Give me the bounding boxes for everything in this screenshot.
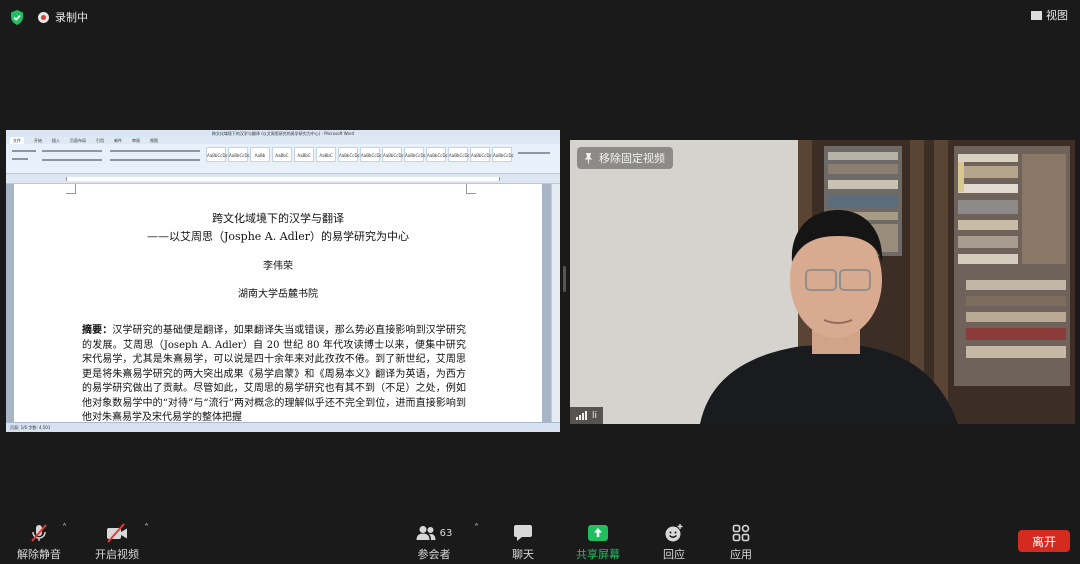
video-off-icon [107, 523, 127, 543]
participant-name-tag: li [570, 407, 604, 424]
participants-count: 63 [439, 527, 453, 539]
style-swatch[interactable]: AaBbCcDc [360, 147, 382, 162]
ribbon-tab[interactable]: 视图 [150, 137, 158, 144]
ribbon-tab[interactable]: 邮件 [114, 137, 122, 144]
share-screen-label: 共享屏幕 [576, 548, 620, 561]
style-swatch[interactable]: AaBbC [272, 147, 292, 162]
shared-screen[interactable]: 跨文化域境下的汉学与翻译 (以艾周思研究的易学研究为中心) - Microsof… [6, 130, 560, 432]
abstract-label: 摘要： [82, 325, 113, 336]
clipboard-group[interactable] [12, 150, 36, 152]
paste-icon[interactable] [12, 158, 28, 160]
style-swatch[interactable]: AaBbCcDc [404, 147, 426, 162]
split-view-handle[interactable] [563, 266, 566, 292]
document-page[interactable]: 跨文化域境下的汉学与翻译 ——以艾周思（Josphe A. Adler）的易学研… [14, 184, 542, 424]
participant-video-frame [570, 140, 1075, 424]
audio-options-chevron-icon[interactable]: ˄ [62, 523, 67, 534]
share-screen-icon [588, 525, 608, 541]
style-swatch[interactable]: AaBbCcDc [382, 147, 404, 162]
ribbon-tab[interactable]: 引用 [96, 137, 104, 144]
document-title: 跨文化域境下的汉学与翻译 [212, 212, 344, 225]
ribbon-tab[interactable]: 页面布局 [70, 137, 86, 144]
recording-indicator[interactable]: 录制中 [38, 10, 88, 24]
ribbon-tab[interactable]: 开始 [34, 137, 42, 144]
start-video-button[interactable]: 开启视频 [92, 514, 142, 564]
margin-mark-right [466, 184, 476, 194]
start-video-label: 开启视频 [95, 548, 139, 561]
style-swatch[interactable]: AaBbCcDc [426, 147, 448, 162]
document-area: 跨文化域境下的汉学与翻译 ——以艾周思（Josphe A. Adler）的易学研… [6, 184, 560, 424]
view-label: 视图 [1046, 9, 1068, 22]
ribbon-tab[interactable]: 文件 [10, 137, 24, 144]
muted-microphone-icon [31, 524, 47, 542]
document-affiliation: 湖南大学岳麓书院 [238, 289, 318, 300]
apps-icon [732, 524, 750, 542]
leave-meeting-button[interactable]: 离开 [1018, 530, 1070, 552]
word-ribbon-tabs: 文件 开始 插入 页面布局 引用 邮件 审阅 视图 [6, 137, 560, 144]
participants-icon [416, 526, 436, 540]
recording-label: 录制中 [55, 11, 88, 24]
ribbon-tab[interactable]: 审阅 [132, 137, 140, 144]
reactions-smiley-icon [665, 524, 683, 542]
chat-bubble-icon [514, 525, 532, 541]
document-subtitle: ——以艾周思（Josphe A. Adler）的易学研究为中心 [146, 230, 410, 243]
security-shield-icon[interactable] [10, 10, 24, 25]
chat-button[interactable]: 聊天 [505, 514, 541, 564]
editing-group[interactable] [518, 152, 550, 154]
document-author: 李伟荣 [263, 261, 293, 272]
unmute-label: 解除静音 [17, 548, 61, 561]
participants-button[interactable]: 63 参会者 [412, 514, 456, 564]
paragraph-format-row[interactable] [110, 159, 200, 161]
ribbon-tab[interactable]: 插入 [52, 137, 60, 144]
record-icon [38, 11, 49, 23]
view-button[interactable]: 视图 [1031, 7, 1068, 23]
style-swatch[interactable]: AaBbCcDc [206, 147, 228, 162]
style-swatch[interactable]: AaBbC [316, 147, 336, 162]
participant-video[interactable]: 移除固定视频 li [570, 140, 1075, 424]
participants-options-chevron-icon[interactable]: ˄ [474, 523, 479, 534]
participants-label: 参会者 [417, 548, 451, 561]
font-format-row[interactable] [42, 159, 102, 161]
participant-name: li [592, 410, 598, 421]
font-group[interactable] [42, 150, 102, 152]
apps-button[interactable]: 应用 [723, 514, 759, 564]
margin-mark-left [66, 184, 76, 194]
meeting-toolbar: 解除静音 ˄ 开启视频 ˄ 63 参会者 ˄ 聊天 共享屏幕 回应 应用 离开 [0, 514, 1080, 564]
reactions-label: 回应 [663, 548, 685, 561]
reactions-button[interactable]: 回应 [656, 514, 692, 564]
abstract-text: 汉学研究的基础便是翻译，如果翻译失当或错误，那么势必直接影响到汉学研究的发展。艾… [82, 325, 467, 423]
video-options-chevron-icon[interactable]: ˄ [144, 523, 149, 534]
unpin-icon [584, 153, 593, 164]
vertical-scrollbar[interactable] [551, 184, 560, 422]
apps-label: 应用 [730, 548, 752, 561]
chat-label: 聊天 [512, 548, 534, 561]
word-window-title: 跨文化域境下的汉学与翻译 (以艾周思研究的易学研究为中心) - Microsof… [6, 130, 560, 137]
unpin-video-label: 移除固定视频 [599, 152, 665, 165]
document-abstract: 摘要：汉学研究的基础便是翻译，如果翻译失当或错误，那么势必直接影响到汉学研究的发… [82, 324, 466, 426]
style-swatch[interactable]: AaBbCcDc [228, 147, 250, 162]
word-ribbon: AaBbCcDc AaBbCcDc AaBb AaBbC AaBbC AaBbC… [6, 144, 560, 174]
style-swatch[interactable]: AaBbC [294, 147, 314, 162]
signal-strength-icon [576, 411, 587, 420]
style-swatch[interactable]: AaBbCcDc [448, 147, 470, 162]
horizontal-ruler [6, 174, 560, 184]
paragraph-group[interactable] [110, 150, 200, 152]
share-screen-button[interactable]: 共享屏幕 [574, 514, 622, 564]
style-swatch[interactable]: AaBbCcDc [338, 147, 360, 162]
style-swatch[interactable]: AaBbCcDc [470, 147, 492, 162]
style-swatch[interactable]: AaBb [250, 147, 270, 162]
view-grid-icon [1031, 10, 1042, 20]
style-swatch[interactable]: AaBbCcDc [492, 147, 514, 162]
unpin-video-button[interactable]: 移除固定视频 [577, 147, 673, 169]
unmute-button[interactable]: 解除静音 [14, 514, 64, 564]
meeting-top-bar: 录制中 视图 [0, 0, 1080, 34]
word-status-bar: 页面: 1/6 字数: 4,501 [6, 422, 560, 432]
